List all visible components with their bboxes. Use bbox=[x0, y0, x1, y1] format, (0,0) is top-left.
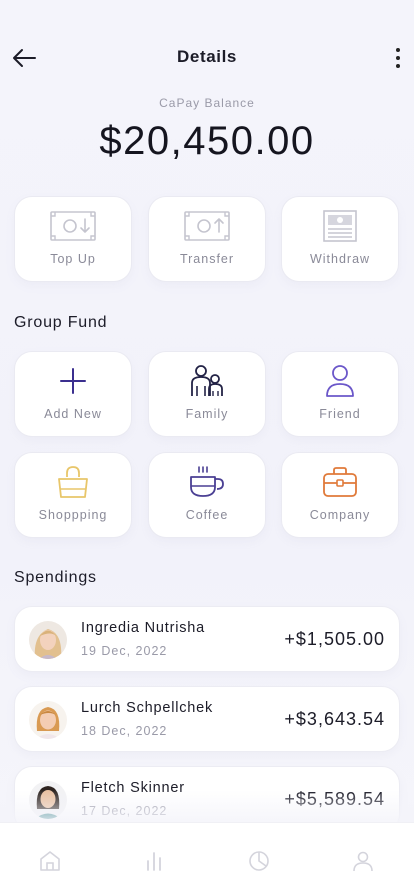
top-up-icon bbox=[50, 209, 96, 243]
spending-date: 18 Dec, 2022 bbox=[81, 724, 168, 738]
nav-analytics[interactable] bbox=[246, 848, 272, 874]
spendings-title: Spendings bbox=[14, 569, 97, 586]
top-up-label: Top Up bbox=[50, 252, 96, 266]
spending-name: Fletch Skinner bbox=[81, 780, 185, 796]
page-title: Details bbox=[177, 47, 237, 66]
balance-label: CaPay Balance bbox=[159, 96, 255, 110]
group-fund-title: Group Fund bbox=[14, 314, 108, 331]
profile-icon bbox=[353, 851, 373, 872]
spending-date: 19 Dec, 2022 bbox=[81, 644, 168, 658]
avatar bbox=[29, 781, 67, 819]
pie-chart-icon bbox=[249, 851, 269, 871]
transfer-label: Transfer bbox=[179, 252, 235, 266]
family-label: Family bbox=[185, 407, 229, 421]
bottom-navigation bbox=[0, 822, 414, 896]
balance-amount: $20,450.00 bbox=[99, 119, 315, 163]
person-icon bbox=[317, 364, 363, 398]
family-fund-button[interactable]: Family bbox=[148, 351, 266, 437]
avatar bbox=[29, 701, 67, 739]
plus-icon bbox=[50, 364, 96, 398]
more-options-button[interactable] bbox=[390, 44, 406, 72]
more-dot-icon bbox=[396, 48, 400, 52]
more-dot-icon bbox=[396, 56, 400, 60]
company-label: Company bbox=[309, 508, 371, 522]
transfer-icon bbox=[184, 209, 230, 243]
friend-label: Friend bbox=[319, 407, 361, 421]
spending-date: 17 Dec, 2022 bbox=[81, 804, 168, 818]
family-icon bbox=[184, 364, 230, 398]
shopping-bag-icon bbox=[50, 465, 96, 499]
coffee-label: Coffee bbox=[185, 508, 229, 522]
shopping-fund-button[interactable]: Shoppping bbox=[14, 452, 132, 538]
spending-item[interactable]: Ingredia Nutrisha 19 Dec, 2022 +$1,505.0… bbox=[14, 606, 400, 672]
withdraw-label: Withdraw bbox=[309, 252, 371, 266]
spending-amount: +$1,505.00 bbox=[284, 629, 385, 649]
home-icon bbox=[40, 851, 60, 871]
coffee-fund-button[interactable]: Coffee bbox=[148, 452, 266, 538]
shopping-label: Shoppping bbox=[38, 508, 108, 522]
add-new-fund-button[interactable]: Add New bbox=[14, 351, 132, 437]
spending-amount: +$5,589.54 bbox=[284, 789, 385, 809]
transfer-button[interactable]: Transfer bbox=[148, 196, 266, 282]
nav-home[interactable] bbox=[37, 848, 63, 874]
top-up-button[interactable]: Top Up bbox=[14, 196, 132, 282]
withdraw-icon bbox=[317, 209, 363, 243]
nav-stats[interactable] bbox=[141, 848, 167, 874]
briefcase-icon bbox=[317, 465, 363, 499]
company-fund-button[interactable]: Company bbox=[281, 452, 399, 538]
spending-item[interactable]: Lurch Schpellchek 18 Dec, 2022 +$3,643.5… bbox=[14, 686, 400, 752]
withdraw-button[interactable]: Withdraw bbox=[281, 196, 399, 282]
avatar bbox=[29, 621, 67, 659]
nav-profile[interactable] bbox=[350, 848, 376, 874]
spending-name: Ingredia Nutrisha bbox=[81, 620, 206, 636]
more-dot-icon bbox=[396, 64, 400, 68]
stats-icon bbox=[147, 852, 161, 871]
add-new-label: Add New bbox=[44, 407, 102, 421]
friend-fund-button[interactable]: Friend bbox=[281, 351, 399, 437]
spending-amount: +$3,643.54 bbox=[284, 709, 385, 729]
coffee-cup-icon bbox=[184, 465, 230, 499]
spending-name: Lurch Schpellchek bbox=[81, 700, 214, 716]
